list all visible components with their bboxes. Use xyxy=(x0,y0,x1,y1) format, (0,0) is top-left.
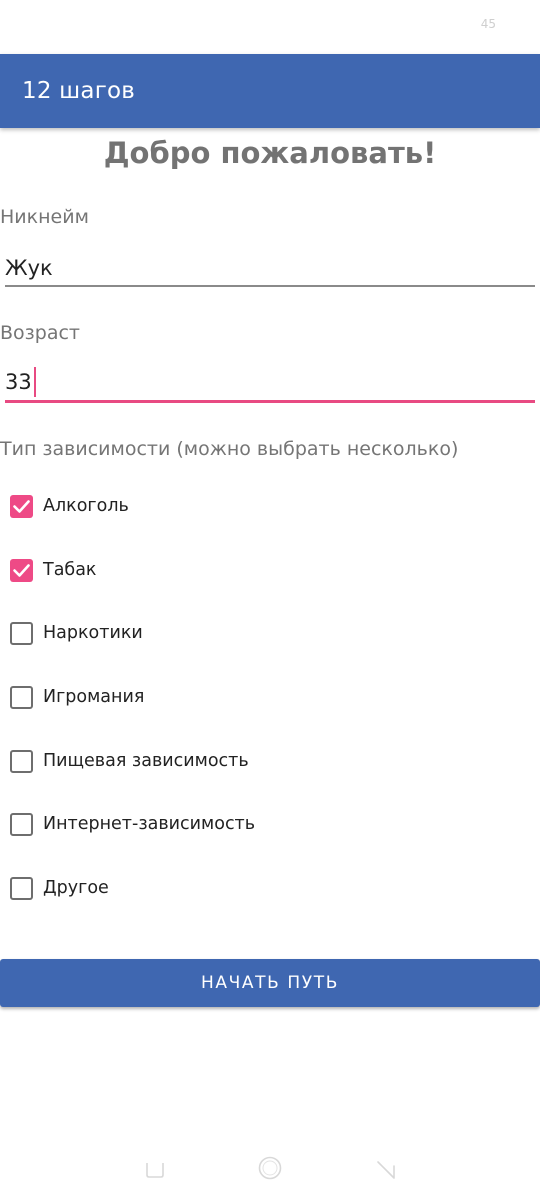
age-label: Возраст xyxy=(0,322,80,344)
checkbox-icon[interactable] xyxy=(10,685,33,709)
checkbox-item-gambling[interactable]: Игромания xyxy=(0,673,540,721)
checkbox-label: Алкоголь xyxy=(43,496,129,516)
start-journey-button[interactable]: НАЧАТЬ ПУТЬ xyxy=(0,959,540,1007)
checkbox-item-internet[interactable]: Интернет-зависимость xyxy=(0,800,540,848)
checkbox-label: Интернет-зависимость xyxy=(43,814,256,834)
checkbox-icon[interactable] xyxy=(10,749,33,773)
app-screen: 45 12 шагов Добро пожаловать! Никнейм Во… xyxy=(0,0,540,1200)
app-title: 12 шагов xyxy=(22,78,136,104)
welcome-title: Добро пожаловать! xyxy=(103,136,437,170)
text-caret xyxy=(33,367,36,397)
status-bar: 45 xyxy=(0,0,540,54)
checkbox-item-alcohol[interactable]: Алкоголь xyxy=(0,482,540,530)
checkbox-label: Табак xyxy=(43,560,97,580)
nav-bar xyxy=(0,1140,540,1200)
nickname-label: Никнейм xyxy=(0,206,89,228)
checkbox-label: Игромания xyxy=(43,687,145,707)
back-icon[interactable] xyxy=(376,1160,396,1180)
addiction-type-label: Тип зависимости (можно выбрать несколько… xyxy=(0,438,459,460)
checkbox-item-drugs[interactable]: Наркотики xyxy=(0,609,540,657)
app-bar: 12 шагов xyxy=(0,54,540,128)
checkbox-icon[interactable] xyxy=(10,494,33,518)
nickname-input[interactable] xyxy=(5,248,535,288)
nickname-underline xyxy=(5,285,535,287)
home-icon[interactable] xyxy=(258,1156,282,1180)
checkbox-icon[interactable] xyxy=(10,876,33,900)
battery-level: 45 xyxy=(480,17,496,31)
age-input[interactable] xyxy=(5,362,535,402)
recents-icon[interactable] xyxy=(146,1162,164,1178)
checkbox-item-other[interactable]: Другое xyxy=(0,864,540,912)
checkbox-label: Наркотики xyxy=(43,623,143,643)
checkbox-icon[interactable] xyxy=(10,558,33,582)
checkbox-icon[interactable] xyxy=(10,621,33,645)
checkbox-item-food[interactable]: Пищевая зависимость xyxy=(0,737,540,785)
checkmark-icon xyxy=(13,499,30,513)
checkmark-icon xyxy=(13,563,30,577)
checkbox-label: Другое xyxy=(43,878,109,898)
checkbox-item-tobacco[interactable]: Табак xyxy=(0,546,540,594)
checkbox-icon[interactable] xyxy=(10,812,33,836)
checkbox-label: Пищевая зависимость xyxy=(43,751,249,771)
age-underline xyxy=(5,400,535,403)
